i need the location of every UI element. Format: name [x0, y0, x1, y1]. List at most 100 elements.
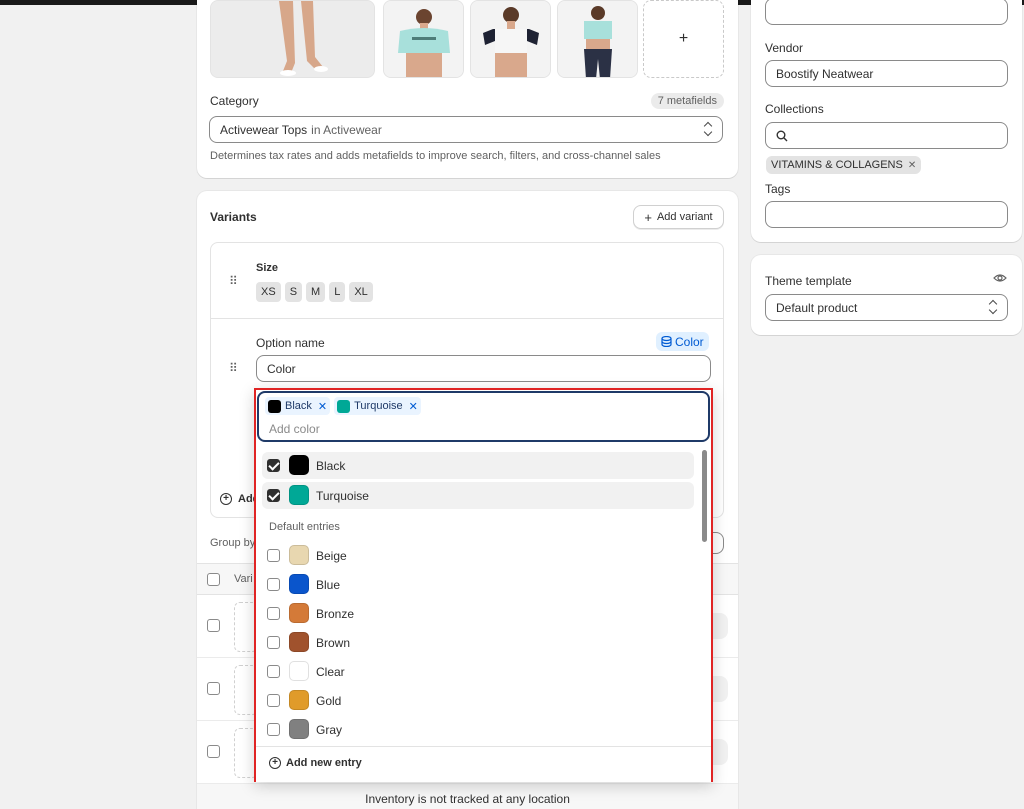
collection-tag-label: VITAMINS & COLLAGENS: [771, 159, 903, 171]
color-tag[interactable]: Black ✕: [265, 397, 331, 415]
database-icon: [661, 336, 672, 347]
category-value: Activewear Tops: [220, 122, 308, 137]
row-input-edge[interactable]: [711, 613, 728, 639]
tags-input[interactable]: [765, 201, 1008, 228]
entry-label: Turquoise: [316, 489, 369, 503]
remove-tag-icon[interactable]: ✕: [318, 400, 327, 413]
add-new-entry-label: Add new entry: [286, 757, 362, 769]
color-swatch: [289, 719, 309, 739]
list-item-selected[interactable]: Turquoise: [262, 482, 694, 509]
collections-search-input[interactable]: [765, 122, 1008, 149]
list-item[interactable]: Clear: [262, 658, 694, 685]
entry-checkbox[interactable]: [267, 489, 280, 502]
group-by-label: Group by: [210, 537, 256, 549]
color-swatch: [289, 574, 309, 594]
list-item[interactable]: Beige: [262, 542, 694, 569]
product-image-1[interactable]: [210, 0, 375, 78]
plus-circle-icon: +: [269, 757, 281, 769]
size-option-values[interactable]: XS S M L XL: [256, 282, 377, 302]
size-option-name: Size: [256, 262, 279, 274]
size-value: XS: [256, 282, 281, 302]
entry-label: Brown: [316, 636, 351, 650]
add-variant-button[interactable]: + Add variant: [633, 205, 724, 229]
scrollbar-thumb[interactable]: [702, 450, 707, 542]
size-value: XL: [349, 282, 373, 302]
media-category-card: + Category 7 metafields Activewear Tops …: [197, 0, 738, 178]
color-tag-label: Black: [285, 400, 312, 412]
list-item[interactable]: Gray: [262, 716, 694, 743]
row-checkbox[interactable]: [207, 745, 220, 758]
theme-template-select[interactable]: Default product: [765, 294, 1008, 321]
drag-handle-icon[interactable]: ⠿: [229, 361, 238, 375]
entry-checkbox[interactable]: [267, 578, 280, 591]
entry-checkbox[interactable]: [267, 549, 280, 562]
add-new-entry-button[interactable]: + Add new entry: [269, 757, 362, 769]
entry-checkbox[interactable]: [267, 607, 280, 620]
theme-template-card: Theme template Default product: [751, 255, 1022, 335]
color-tag[interactable]: Turquoise ✕: [334, 397, 421, 415]
option-name-label: Option name: [256, 336, 325, 350]
color-tag-input[interactable]: Black ✕ Turquoise ✕ Add color: [257, 391, 710, 442]
color-swatch: [289, 455, 309, 475]
option-name-input[interactable]: Color: [256, 355, 711, 382]
color-swatch: [268, 399, 281, 413]
add-media-button[interactable]: +: [643, 0, 724, 78]
collection-tag[interactable]: VITAMINS & COLLAGENS ✕: [766, 156, 922, 174]
select-all-checkbox[interactable]: [207, 573, 220, 586]
popover-footer: + Add new entry: [256, 746, 711, 782]
entry-checkbox[interactable]: [267, 665, 280, 678]
list-item-selected[interactable]: Black: [262, 452, 694, 479]
size-value: L: [329, 282, 346, 302]
entry-label: Blue: [316, 578, 341, 592]
product-image-4[interactable]: [557, 0, 638, 78]
row-input-edge[interactable]: [711, 676, 728, 702]
row-checkbox[interactable]: [207, 682, 220, 695]
remove-tag-icon[interactable]: ✕: [908, 160, 916, 171]
selected-color-tags: Black ✕ Turquoise ✕: [265, 397, 421, 415]
default-entries-heading: Default entries: [269, 521, 340, 533]
add-variant-label: Add variant: [656, 211, 713, 223]
plus-icon: +: [644, 209, 652, 225]
plus-icon: +: [678, 30, 689, 47]
list-item[interactable]: Bronze: [262, 600, 694, 627]
list-item[interactable]: Blue: [262, 571, 694, 598]
color-tag-label: Turquoise: [354, 400, 403, 412]
entry-label: Bronze: [316, 607, 355, 621]
entry-checkbox[interactable]: [267, 636, 280, 649]
metaobject-color-label: Color: [675, 334, 704, 349]
product-image-2[interactable]: [383, 0, 464, 78]
color-swatch: [337, 399, 351, 413]
row-input-edge[interactable]: [711, 739, 728, 765]
entry-checkbox[interactable]: [267, 723, 280, 736]
list-item[interactable]: Brown: [262, 629, 694, 656]
add-color-placeholder[interactable]: Add color: [269, 422, 320, 436]
color-swatch: [289, 632, 309, 652]
category-select[interactable]: Activewear Tops in Activewear: [209, 116, 723, 143]
row-checkbox[interactable]: [207, 619, 220, 632]
eye-icon[interactable]: [993, 273, 1007, 283]
entry-label: Black: [316, 459, 346, 473]
color-swatch: [289, 545, 309, 565]
color-swatch: [289, 690, 309, 710]
product-type-input[interactable]: [765, 0, 1008, 25]
metafields-badge[interactable]: 7 metafields: [650, 93, 724, 109]
color-picker-popover: Black ✕ Turquoise ✕ Add color Black Turq…: [254, 388, 713, 782]
size-value: S: [284, 282, 303, 302]
entry-checkbox[interactable]: [267, 694, 280, 707]
chevron-updown-icon: [704, 123, 712, 137]
theme-template-label: Theme template: [765, 274, 852, 288]
entry-label: Clear: [316, 665, 345, 679]
product-image-3[interactable]: [470, 0, 551, 78]
category-parent: in Activewear: [311, 122, 382, 137]
vendor-input[interactable]: Boostify Neatwear: [765, 60, 1008, 87]
scrollbar-track[interactable]: [702, 448, 708, 744]
product-organization-card: Vendor Boostify Neatwear Collections VIT…: [751, 0, 1022, 242]
entry-label: Gray: [316, 723, 343, 737]
entry-checkbox[interactable]: [267, 459, 280, 472]
tags-label: Tags: [765, 182, 791, 196]
metaobject-color-badge[interactable]: Color: [656, 332, 709, 351]
list-item[interactable]: Gold: [262, 687, 694, 714]
remove-tag-icon[interactable]: ✕: [409, 400, 418, 413]
divider: [211, 318, 723, 319]
drag-handle-icon[interactable]: ⠿: [229, 274, 238, 288]
